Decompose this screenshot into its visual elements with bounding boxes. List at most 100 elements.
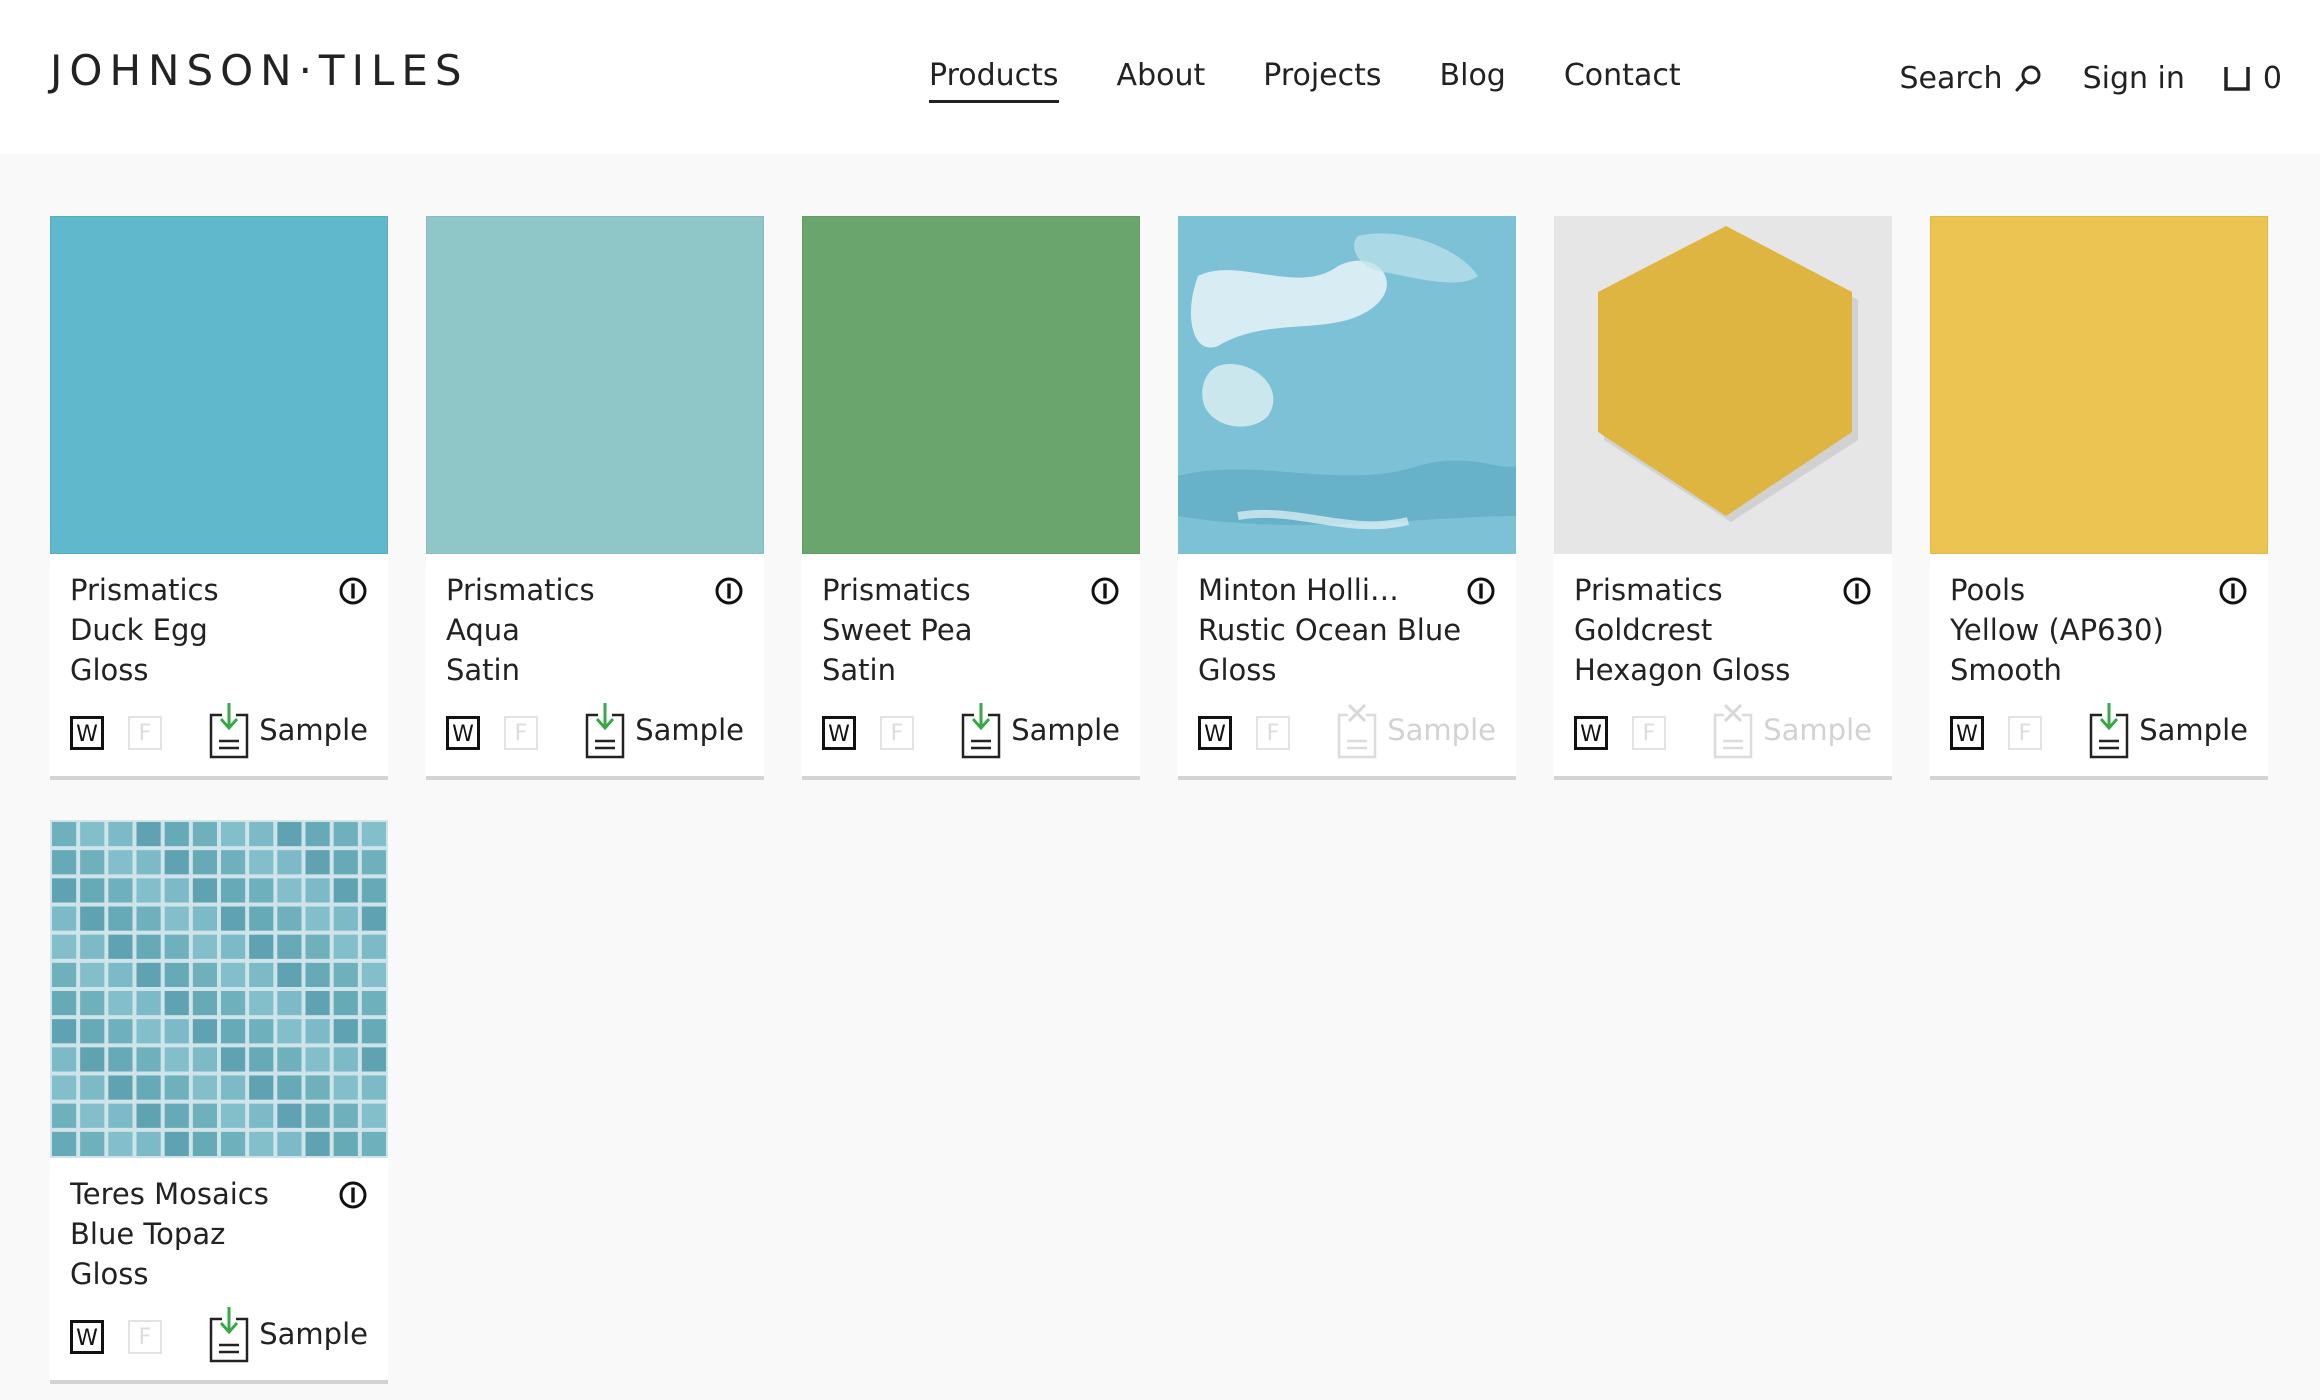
sample-unavailable-icon	[1335, 701, 1387, 759]
sample-download-icon	[959, 701, 1011, 759]
tile-swatch[interactable]	[1554, 216, 1892, 554]
nav-products[interactable]: Products	[929, 56, 1059, 103]
nav-contact[interactable]: Contact	[1564, 56, 1681, 100]
product-name[interactable]: Teres Mosaics Blue Topaz Gloss	[70, 1174, 340, 1294]
wall-suitable-badge: W	[822, 716, 856, 750]
product-finish: Hexagon Gloss	[1574, 653, 1791, 687]
info-icon[interactable]	[1090, 576, 1120, 610]
product-card[interactable]: Teres Mosaics Blue Topaz Gloss W F Sample	[50, 820, 388, 1384]
product-card[interactable]: Prismatics Aqua Satin W F Sample	[426, 216, 764, 780]
floor-suitable-badge: F	[504, 716, 538, 750]
sample-label: Sample	[1387, 713, 1496, 747]
product-finish: Satin	[822, 653, 896, 687]
product-colour: Sweet Pea	[822, 613, 973, 647]
product-range: Pools	[1950, 573, 2026, 607]
product-range: Prismatics	[446, 573, 595, 607]
product-colour: Aqua	[446, 613, 520, 647]
nav-about[interactable]: About	[1117, 56, 1206, 100]
product-finish: Satin	[446, 653, 520, 687]
tile-swatch[interactable]	[1178, 216, 1516, 554]
cart-count: 0	[2262, 60, 2282, 96]
wall-suitable-badge: W	[446, 716, 480, 750]
product-range: Prismatics	[1574, 573, 1723, 607]
order-sample-button: Sample	[1335, 700, 1496, 760]
brand-logo[interactable]: JOHNSON·TILES	[50, 46, 469, 95]
info-icon[interactable]	[338, 576, 368, 610]
product-card[interactable]: Pools Yellow (AP630) Smooth W F Sample	[1930, 216, 2268, 780]
cart-button[interactable]: 0	[2223, 61, 2282, 96]
info-icon[interactable]	[714, 576, 744, 610]
sample-label: Sample	[1011, 713, 1120, 747]
product-finish: Smooth	[1950, 653, 2062, 687]
product-name[interactable]: Prismatics Aqua Satin	[446, 570, 716, 690]
wall-suitable-badge: W	[70, 716, 104, 750]
sample-unavailable-icon	[1711, 701, 1763, 759]
product-finish: Gloss	[1198, 653, 1277, 687]
order-sample-button[interactable]: Sample	[583, 700, 744, 760]
product-name[interactable]: Prismatics Sweet Pea Satin	[822, 570, 1092, 690]
sample-label: Sample	[2139, 713, 2248, 747]
nav-projects[interactable]: Projects	[1263, 56, 1381, 100]
product-card[interactable]: Prismatics Duck Egg Gloss W F Sample	[50, 216, 388, 780]
sample-download-icon	[207, 701, 259, 759]
product-colour: Rustic Ocean Blue	[1198, 613, 1462, 647]
tile-swatch[interactable]	[50, 216, 388, 554]
order-sample-button[interactable]: Sample	[207, 700, 368, 760]
order-sample-button[interactable]: Sample	[207, 1304, 368, 1364]
product-colour: Blue Topaz	[70, 1217, 226, 1251]
sample-label: Sample	[635, 713, 744, 747]
sample-label: Sample	[1763, 713, 1872, 747]
info-icon[interactable]	[1466, 576, 1496, 610]
floor-suitable-badge: F	[1632, 716, 1666, 750]
floor-suitable-badge: F	[880, 716, 914, 750]
info-icon[interactable]	[1842, 576, 1872, 610]
wall-suitable-badge: W	[1950, 716, 1984, 750]
info-icon[interactable]	[2218, 576, 2248, 610]
sample-label: Sample	[259, 713, 368, 747]
sign-in-link[interactable]: Sign in	[2083, 61, 2185, 96]
product-finish: Gloss	[70, 653, 149, 687]
wall-suitable-badge: W	[1574, 716, 1608, 750]
product-range: Prismatics	[822, 573, 971, 607]
tile-swatch[interactable]	[50, 820, 388, 1158]
floor-suitable-badge: F	[128, 716, 162, 750]
floor-suitable-badge: F	[2008, 716, 2042, 750]
info-icon[interactable]	[338, 1180, 368, 1214]
search-button[interactable]: Search	[1900, 61, 2043, 96]
basket-icon	[2224, 67, 2250, 91]
product-range: Prismatics	[70, 573, 219, 607]
product-colour: Duck Egg	[70, 613, 208, 647]
main-nav: Products About Projects Blog Contact	[929, 56, 1681, 103]
product-colour: Goldcrest	[1574, 613, 1713, 647]
product-finish: Gloss	[70, 1257, 149, 1291]
product-card[interactable]: Prismatics Goldcrest Hexagon Gloss W F Sample	[1554, 216, 1892, 780]
wall-suitable-badge: W	[1198, 716, 1232, 750]
tile-swatch[interactable]	[802, 216, 1140, 554]
product-name[interactable]: Pools Yellow (AP630) Smooth	[1950, 570, 2220, 690]
floor-suitable-badge: F	[1256, 716, 1290, 750]
sample-download-icon	[583, 701, 635, 759]
product-range: Teres Mosaics	[70, 1177, 269, 1211]
product-colour: Yellow (AP630)	[1950, 613, 2164, 647]
order-sample-button: Sample	[1711, 700, 1872, 760]
product-card[interactable]: Prismatics Sweet Pea Satin W F Sample	[802, 216, 1140, 780]
wall-suitable-badge: W	[70, 1320, 104, 1354]
sample-download-icon	[207, 1305, 259, 1363]
nav-blog[interactable]: Blog	[1440, 56, 1506, 100]
tile-swatch[interactable]	[426, 216, 764, 554]
floor-suitable-badge: F	[128, 1320, 162, 1354]
product-card[interactable]: Minton Holli… Rustic Ocean Blue Gloss W F Sam…	[1178, 216, 1516, 780]
product-name[interactable]: Prismatics Goldcrest Hexagon Gloss	[1574, 570, 1844, 690]
order-sample-button[interactable]: Sample	[959, 700, 1120, 760]
utility-nav: Search Sign in 0	[1900, 56, 2283, 100]
product-range: Minton Holli…	[1198, 573, 1399, 607]
product-name[interactable]: Prismatics Duck Egg Gloss	[70, 570, 340, 690]
site-header: JOHNSON·TILES Products About Projects Bl…	[0, 0, 2320, 154]
sample-label: Sample	[259, 1317, 368, 1351]
product-name[interactable]: Minton Holli… Rustic Ocean Blue Gloss	[1198, 570, 1468, 690]
search-label: Search	[1899, 60, 2003, 96]
search-icon	[2015, 65, 2041, 92]
order-sample-button[interactable]: Sample	[2087, 700, 2248, 760]
sample-download-icon	[2087, 701, 2139, 759]
tile-swatch[interactable]	[1930, 216, 2268, 554]
